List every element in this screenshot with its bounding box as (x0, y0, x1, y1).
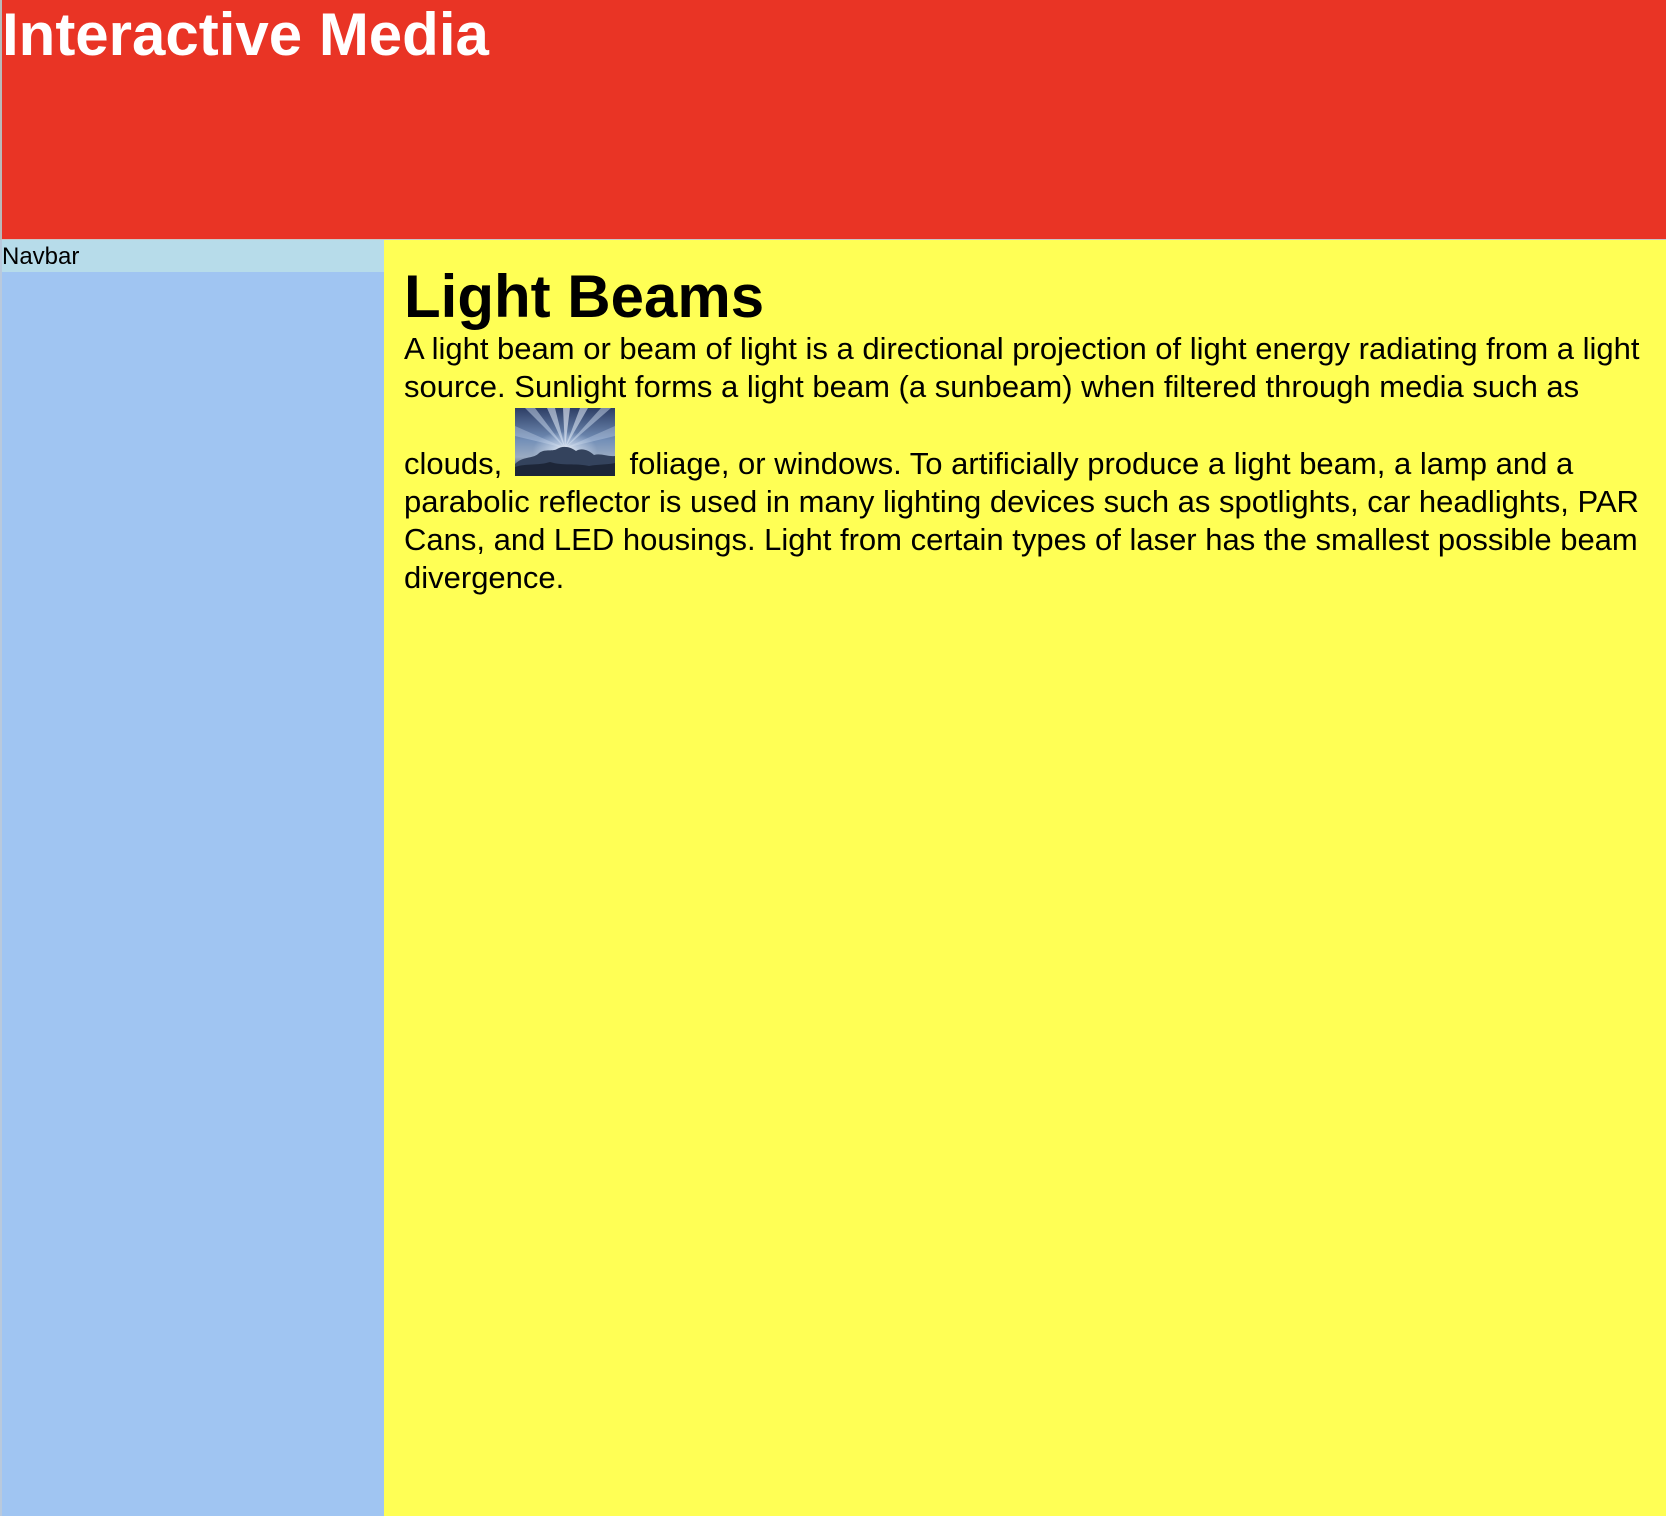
sunbeam-clouds-image (514, 408, 615, 476)
article-title: Light Beams (404, 263, 765, 330)
sidebar-navbar: Navbar (0, 240, 384, 1516)
site-title: Interactive Media (2, 1, 489, 68)
site-header: Interactive Media (0, 0, 1666, 240)
navbar-label: Navbar (2, 240, 384, 272)
article-body: A light beam or beam of light is a direc… (404, 330, 1646, 597)
page: Interactive Media Navbar Light Beams A l… (0, 0, 1666, 1516)
main-content: Light Beams A light beam or beam of ligh… (384, 240, 1666, 1516)
